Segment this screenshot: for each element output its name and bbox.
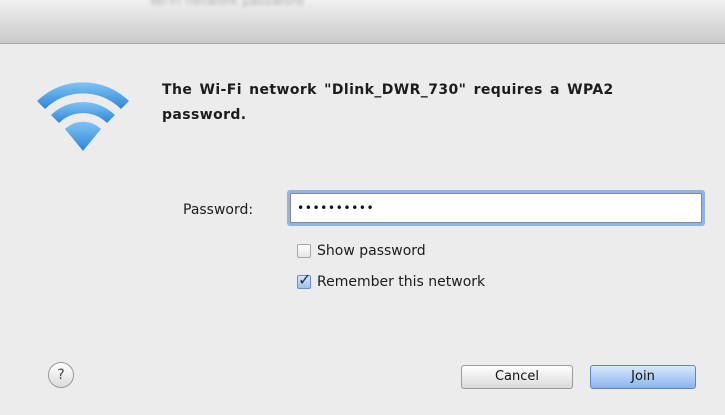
window-titlebar[interactable]: Wi-Fi network password <box>0 0 725 44</box>
window-title: Wi-Fi network password <box>150 0 304 8</box>
show-password-label: Show password <box>317 243 426 259</box>
remember-network-option[interactable]: ✓ Remember this network <box>297 270 486 292</box>
join-button[interactable]: Join <box>590 365 696 389</box>
show-password-option[interactable]: Show password <box>297 241 426 261</box>
dialog-message: The Wi-Fi network "Dlink_DWR_730" requir… <box>162 82 614 123</box>
wifi-password-dialog: Wi-Fi network password The Wi-Fi network… <box>0 0 725 415</box>
cancel-button[interactable]: Cancel <box>461 365 573 389</box>
wifi-icon <box>37 82 129 151</box>
show-password-checkbox[interactable] <box>297 244 311 258</box>
help-button[interactable]: ? <box>48 362 74 388</box>
remember-network-checkbox[interactable]: ✓ <box>297 270 311 289</box>
password-label: Password: <box>183 202 254 218</box>
question-mark-icon: ? <box>57 367 65 383</box>
remember-network-label: Remember this network <box>317 274 486 290</box>
checkmark-icon: ✓ <box>298 270 312 289</box>
password-field[interactable] <box>290 193 702 223</box>
